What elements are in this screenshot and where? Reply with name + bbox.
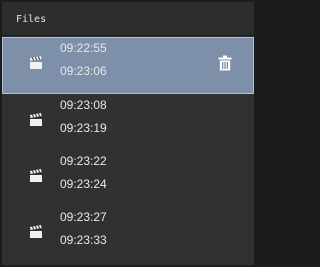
file-item-2[interactable]: 09:23:08 09:23:19 <box>2 94 254 150</box>
file-end-time: 09:23:06 <box>60 64 107 78</box>
panel-header: Files <box>2 2 254 36</box>
file-start-time: 09:22:55 <box>60 41 107 55</box>
file-item-4[interactable]: 09:23:27 09:23:33 <box>2 206 254 262</box>
files-panel: Files 09:22:55 09:23:06 09:23:08 09:23:1… <box>2 2 254 265</box>
file-start-time: 09:23:08 <box>60 98 107 112</box>
file-start-time: 09:23:27 <box>60 210 107 224</box>
clapperboard-icon <box>30 169 42 182</box>
file-end-time: 09:23:33 <box>60 233 107 247</box>
file-end-time: 09:23:24 <box>60 177 107 191</box>
file-list: 09:22:55 09:23:06 09:23:08 09:23:19 09:2… <box>2 37 254 262</box>
file-end-time: 09:23:19 <box>60 121 107 135</box>
file-item-3[interactable]: 09:23:22 09:23:24 <box>2 150 254 206</box>
clapperboard-icon <box>30 225 42 238</box>
clapperboard-icon <box>30 113 42 126</box>
file-item-1[interactable]: 09:22:55 09:23:06 <box>2 37 254 94</box>
clapperboard-icon <box>30 56 42 69</box>
file-start-time: 09:23:22 <box>60 154 107 168</box>
trash-icon[interactable] <box>218 55 232 71</box>
panel-title: Files <box>16 14 47 25</box>
